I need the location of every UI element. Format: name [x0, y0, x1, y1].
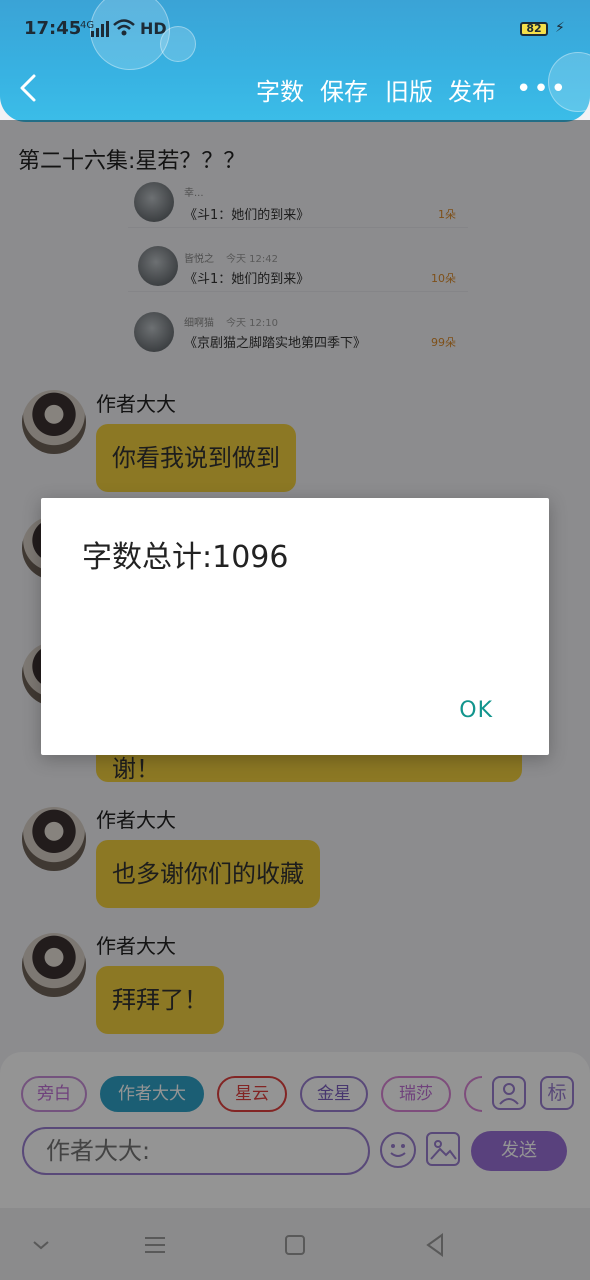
battery-icon: 82	[520, 22, 548, 36]
wifi-icon	[113, 19, 135, 36]
old-version-button[interactable]: 旧版	[385, 76, 433, 108]
signal-icon	[91, 21, 109, 37]
publish-button[interactable]: 发布	[448, 76, 496, 108]
charging-icon: ⚡	[555, 20, 565, 36]
dialog-message: 字数总计:1096	[82, 540, 289, 575]
status-bar: 17:45 4G HD 82 ⚡	[0, 0, 590, 60]
more-button[interactable]: •••	[516, 74, 568, 104]
back-button[interactable]	[18, 72, 48, 112]
battery-level: 82	[526, 22, 542, 35]
chevron-left-icon	[20, 74, 36, 102]
save-button[interactable]: 保存	[320, 76, 368, 108]
hd-label: HD	[140, 19, 167, 38]
status-time: 17:45	[24, 18, 82, 39]
top-bar: 17:45 4G HD 82 ⚡ 字数 保存 旧版 发布 •••	[0, 0, 590, 122]
word-count-button[interactable]: 字数	[256, 76, 304, 108]
word-count-dialog: 字数总计:1096 OK	[41, 498, 549, 755]
ok-button[interactable]: OK	[459, 698, 493, 723]
